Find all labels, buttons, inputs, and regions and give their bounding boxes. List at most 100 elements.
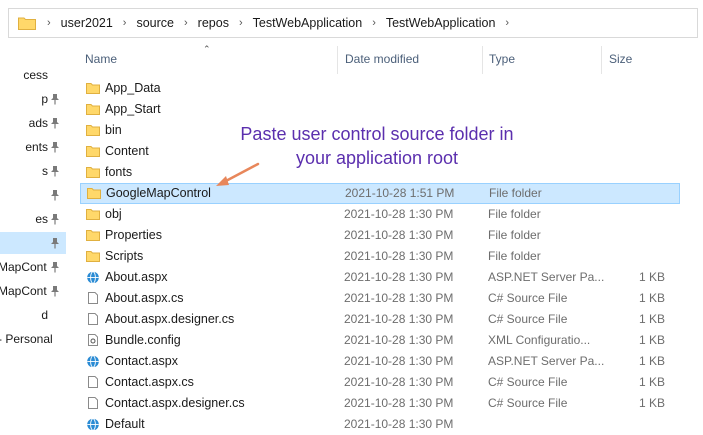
file-date-modified: 2021-10-28 1:30 PM xyxy=(344,207,454,221)
file-date-modified: 2021-10-28 1:30 PM xyxy=(344,354,454,368)
folder-icon xyxy=(86,125,100,136)
column-type[interactable]: Type xyxy=(489,52,515,66)
file-row[interactable]: Contact.aspx 2021-10-28 1:30 PM ASP.NET Se… xyxy=(80,351,680,372)
annotation-line-2: your application root xyxy=(295,148,459,168)
file-type: File folder xyxy=(488,228,541,242)
file-name: Content xyxy=(105,144,149,158)
nav-item[interactable]: - Personal xyxy=(0,328,66,350)
nav-item[interactable]: ads xyxy=(0,112,66,134)
file-row[interactable]: Default 2021-10-28 1:30 PM xyxy=(80,414,680,435)
folder-icon xyxy=(86,167,100,178)
file-row[interactable]: Properties 2021-10-28 1:30 PM File folder xyxy=(80,225,680,246)
pin-icon xyxy=(51,94,59,105)
file-date-modified: 2021-10-28 1:30 PM xyxy=(344,249,454,263)
column-date-modified[interactable]: Date modified xyxy=(345,52,419,66)
folder-icon xyxy=(86,83,100,94)
file-row[interactable]: App_Start xyxy=(80,99,680,120)
folder-icon xyxy=(86,146,100,157)
globe-icon xyxy=(87,271,99,283)
column-divider[interactable] xyxy=(482,46,483,74)
file-row[interactable]: Scripts 2021-10-28 1:30 PM File folder xyxy=(80,246,680,267)
column-divider[interactable] xyxy=(337,46,338,74)
file-name: Default xyxy=(105,417,145,431)
file-date-modified: 2021-10-28 1:30 PM xyxy=(344,417,454,431)
file-row[interactable]: GoogleMapControl 2021-10-28 1:51 PM File f… xyxy=(80,183,680,204)
file-row[interactable]: Contact.aspx.cs 2021-10-28 1:30 PM C# Sour… xyxy=(80,372,680,393)
file-name: fonts xyxy=(105,165,133,179)
file-type: C# Source File xyxy=(488,312,568,326)
file-row[interactable]: obj 2021-10-28 1:30 PM File folder xyxy=(80,204,680,225)
pin-icon xyxy=(51,286,59,297)
nav-item[interactable]: ents xyxy=(0,136,66,158)
file-size: 1 KB xyxy=(638,396,665,410)
file-name: About.aspx xyxy=(105,270,168,284)
file-icon xyxy=(88,292,98,304)
file-size: 1 KB xyxy=(638,354,665,368)
file-type: C# Source File xyxy=(488,291,568,305)
nav-item-label: ads xyxy=(28,116,48,130)
pin-icon xyxy=(51,190,59,201)
nav-item-label: ents xyxy=(25,140,48,154)
column-name[interactable]: Name xyxy=(85,52,117,66)
file-type: File folder xyxy=(489,186,542,200)
file-type: File folder xyxy=(488,249,541,263)
globe-icon xyxy=(87,418,99,430)
config-file-icon xyxy=(88,334,98,346)
pin-icon xyxy=(51,238,59,249)
nav-item[interactable]: p xyxy=(0,88,66,110)
folder-icon xyxy=(87,188,101,199)
column-divider[interactable] xyxy=(601,46,602,74)
folder-icon xyxy=(86,104,100,115)
nav-item[interactable] xyxy=(0,184,66,206)
nav-item[interactable] xyxy=(0,232,66,254)
file-row[interactable]: App_Data xyxy=(80,78,680,99)
chevron-right-icon[interactable]: › xyxy=(364,17,384,29)
nav-item-label: MapCont xyxy=(0,284,47,298)
nav-item[interactable]: MapCont xyxy=(0,256,66,278)
breadcrumb-repos[interactable]: repos xyxy=(196,16,231,30)
nav-item[interactable]: cess xyxy=(0,64,66,86)
annotation-line-1: Paste user control source folder in xyxy=(240,124,514,144)
file-name: App_Start xyxy=(105,102,161,116)
file-name: About.aspx.designer.cs xyxy=(105,312,235,326)
chevron-right-icon[interactable]: › xyxy=(497,17,517,29)
file-row[interactable]: About.aspx.designer.cs 2021-10-28 1:30 PM… xyxy=(80,309,680,330)
breadcrumb-user2021[interactable]: user2021 xyxy=(59,16,115,30)
address-box[interactable]: › user2021 › source › repos › TestWebApp… xyxy=(8,8,698,38)
file-row[interactable]: About.aspx 2021-10-28 1:30 PM ASP.NET Serv… xyxy=(80,267,680,288)
file-row[interactable]: Bundle.config 2021-10-28 1:30 PM XML Confi… xyxy=(80,330,680,351)
file-name: App_Data xyxy=(105,81,161,95)
folder-icon xyxy=(18,17,36,30)
file-row[interactable]: Contact.aspx.designer.cs 2021-10-28 1:30 … xyxy=(80,393,680,414)
file-date-modified: 2021-10-28 1:51 PM xyxy=(345,186,455,200)
chevron-right-icon[interactable]: › xyxy=(115,17,135,29)
file-type: XML Configuratio... xyxy=(488,333,591,347)
pin-icon xyxy=(51,166,59,177)
chevron-right-icon[interactable]: › xyxy=(39,17,59,29)
nav-item[interactable]: MapCont xyxy=(0,280,66,302)
file-name: Scripts xyxy=(105,249,144,263)
nav-item[interactable]: es xyxy=(0,208,66,230)
nav-item[interactable]: d xyxy=(0,304,66,326)
file-name: Contact.aspx xyxy=(105,354,178,368)
pin-icon xyxy=(51,214,59,225)
file-icon xyxy=(88,397,98,409)
chevron-right-icon[interactable]: › xyxy=(231,17,251,29)
pin-icon xyxy=(51,142,59,153)
file-date-modified: 2021-10-28 1:30 PM xyxy=(344,270,454,284)
file-size: 1 KB xyxy=(638,291,665,305)
file-size: 1 KB xyxy=(638,375,665,389)
nav-item[interactable]: s xyxy=(0,160,66,182)
nav-item-label: - Personal xyxy=(0,332,53,346)
column-size[interactable]: Size xyxy=(609,52,632,66)
annotation-arrow-icon xyxy=(216,162,260,186)
file-name: Contact.aspx.cs xyxy=(105,375,194,389)
annotation-text: Paste user control source folder in your… xyxy=(222,122,532,170)
breadcrumb-testwebapplication-current[interactable]: TestWebApplication xyxy=(384,16,498,30)
file-row[interactable]: About.aspx.cs 2021-10-28 1:30 PM C# Source… xyxy=(80,288,680,309)
breadcrumb-source[interactable]: source xyxy=(134,16,176,30)
chevron-right-icon[interactable]: › xyxy=(176,17,196,29)
file-type: C# Source File xyxy=(488,396,568,410)
breadcrumb-testwebapplication[interactable]: TestWebApplication xyxy=(251,16,365,30)
nav-item-label: d xyxy=(41,308,48,322)
